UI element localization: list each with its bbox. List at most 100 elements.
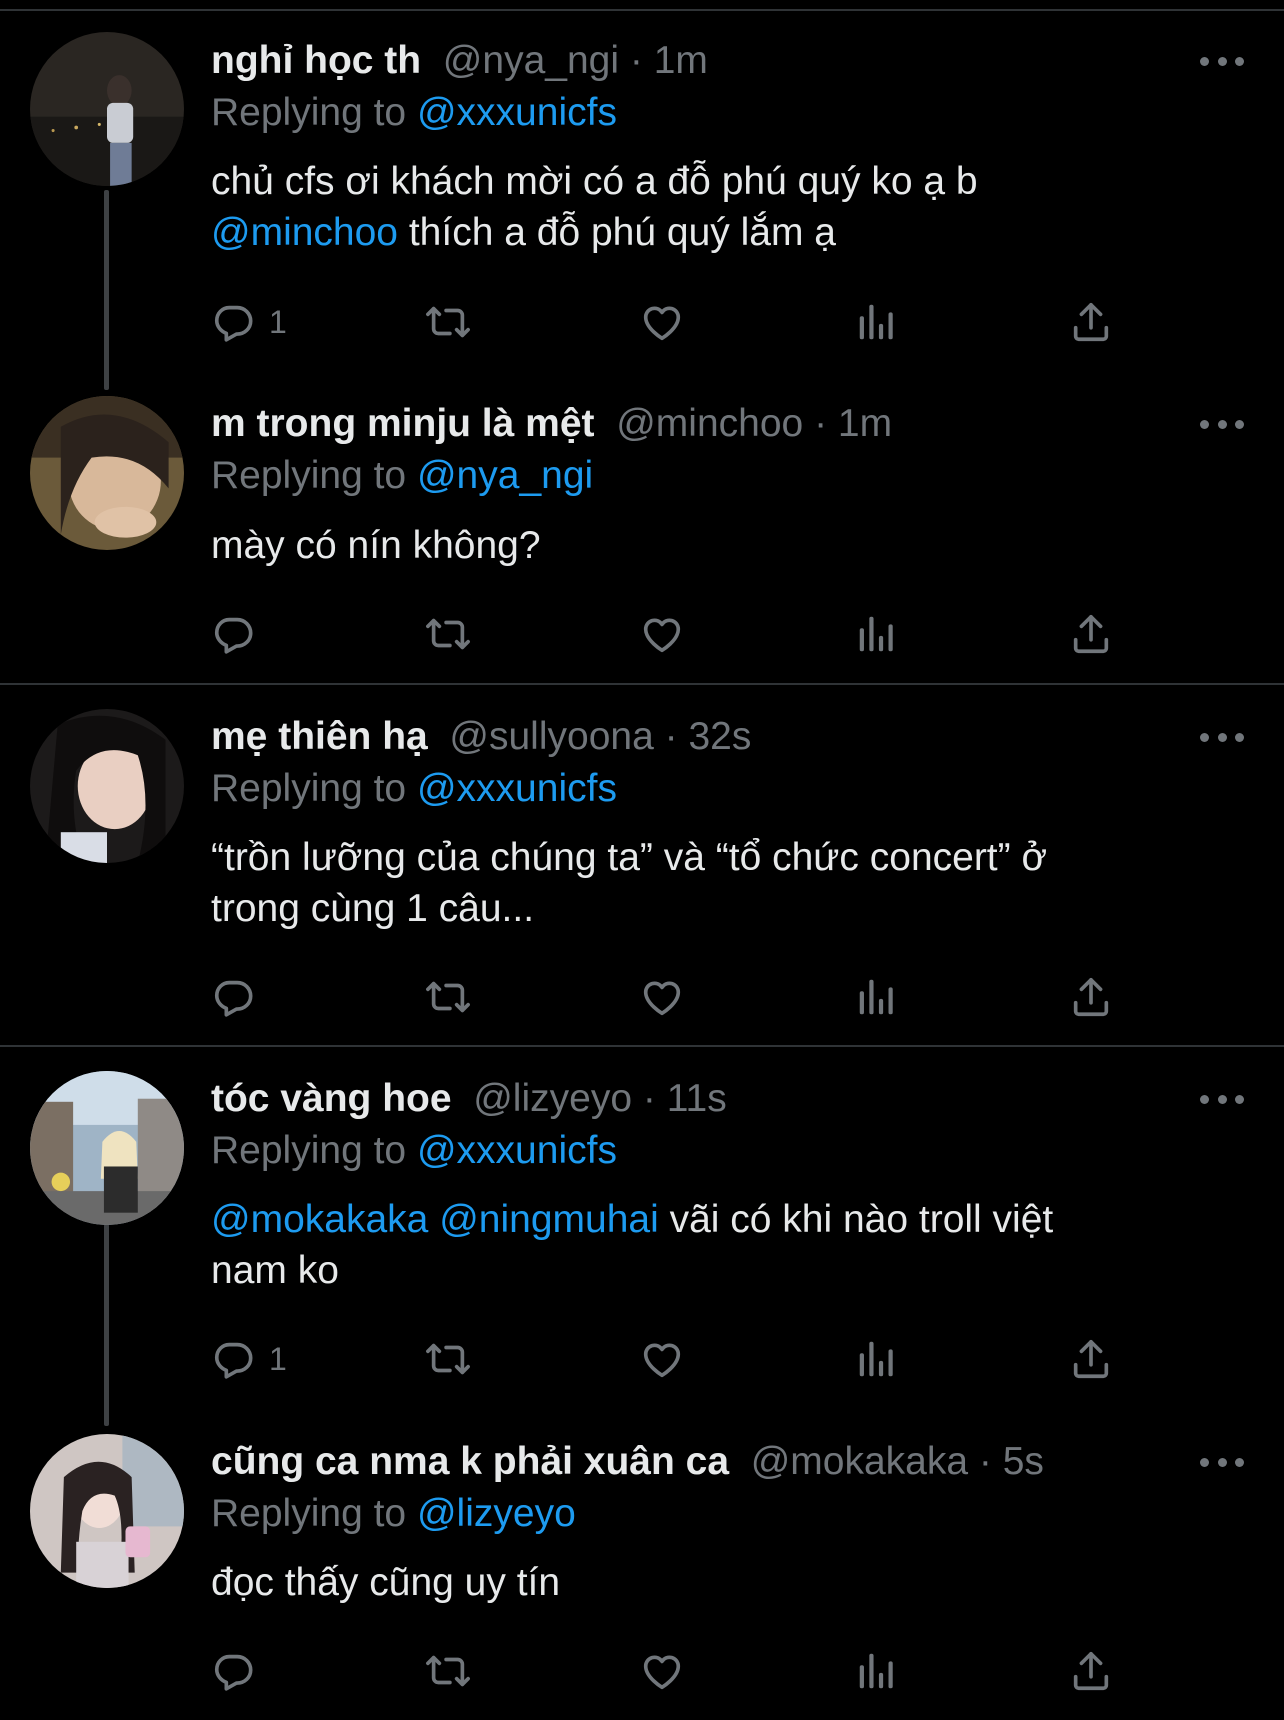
avatar[interactable] xyxy=(30,1071,184,1225)
handle[interactable]: @lizyeyo xyxy=(473,1077,632,1120)
timestamp[interactable]: 1m xyxy=(654,39,708,82)
timestamp[interactable]: 5s xyxy=(1003,1440,1044,1483)
retweet-icon xyxy=(425,974,471,1020)
tweet-divider xyxy=(0,1045,1284,1047)
share-icon xyxy=(1068,1648,1114,1694)
replying-label: Replying to xyxy=(211,91,407,134)
timestamp[interactable]: 11s xyxy=(667,1077,727,1120)
avatar[interactable] xyxy=(30,32,184,186)
tweet-text: @mokakaka @ningmuhai vãi có khi nào trol… xyxy=(211,1194,1231,1296)
tweet-text-line: nam ko xyxy=(211,1249,339,1292)
reply-button[interactable] xyxy=(211,1646,269,1696)
avatar[interactable] xyxy=(30,396,184,550)
heart-icon xyxy=(639,1648,685,1694)
share-button[interactable] xyxy=(1068,1646,1114,1696)
more-icon[interactable] xyxy=(1200,51,1244,71)
avatar[interactable] xyxy=(30,1434,184,1588)
separator-dot: · xyxy=(642,1077,656,1120)
tweet-header: m trong minju là mệt @minchoo · 1m xyxy=(211,399,892,449)
retweet-button[interactable] xyxy=(425,609,471,659)
mention-link[interactable]: @mokakaka xyxy=(211,1198,428,1241)
timestamp[interactable]: 1m xyxy=(838,402,892,445)
like-button[interactable] xyxy=(639,297,685,347)
replying-mention[interactable]: @xxxunicfs xyxy=(417,1129,617,1172)
reply-icon xyxy=(211,299,257,345)
handle[interactable]: @minchoo xyxy=(616,402,803,445)
share-button[interactable] xyxy=(1068,1334,1114,1384)
views-button[interactable] xyxy=(854,609,900,659)
retweet-icon xyxy=(425,1336,471,1382)
reply-button[interactable] xyxy=(211,609,269,659)
thread-connector xyxy=(104,190,109,390)
reply-icon xyxy=(211,1336,257,1382)
tweet-text: “trồn lưỡng của chúng ta” và “tổ chức co… xyxy=(211,832,1231,934)
handle[interactable]: @sullyoona xyxy=(449,715,653,758)
display-name[interactable]: cũng ca nma k phải xuân ca xyxy=(211,1440,729,1483)
tweet-text-line: @minchoo thích a đỗ phú quý lắm ạ xyxy=(211,207,1231,258)
views-icon xyxy=(854,974,900,1020)
tweet-text: đọc thấy cũng uy tín xyxy=(211,1561,561,1604)
like-button[interactable] xyxy=(639,972,685,1022)
tweet-header: mẹ thiên hạ @sullyoona · 32s xyxy=(211,712,751,762)
retweet-button[interactable] xyxy=(425,972,471,1022)
tweet-text-line: trong cùng 1 câu... xyxy=(211,887,535,930)
action-bar xyxy=(211,972,1141,1022)
replying-to: Replying to @xxxunicfs xyxy=(211,764,617,814)
handle[interactable]: @nya_ngi xyxy=(443,39,619,82)
heart-icon xyxy=(639,974,685,1020)
display-name[interactable]: mẹ thiên hạ xyxy=(211,715,428,758)
heart-icon xyxy=(639,1336,685,1382)
tweet-header: cũng ca nma k phải xuân ca @mokakaka · 5… xyxy=(211,1437,1044,1487)
tweet-text: chủ cfs ơi khách mời có a đỗ phú quý ko … xyxy=(211,156,1231,258)
reply-count: 1 xyxy=(269,1340,287,1377)
mention-link[interactable]: @minchoo xyxy=(211,211,398,254)
views-button[interactable] xyxy=(854,297,900,347)
share-button[interactable] xyxy=(1068,609,1114,659)
replying-label: Replying to xyxy=(211,1492,407,1535)
share-button[interactable] xyxy=(1068,972,1114,1022)
share-button[interactable] xyxy=(1068,297,1114,347)
like-button[interactable] xyxy=(639,1646,685,1696)
replying-mention[interactable]: @xxxunicfs xyxy=(417,91,617,134)
more-icon[interactable] xyxy=(1200,727,1244,747)
replying-to: Replying to @xxxunicfs xyxy=(211,88,617,138)
views-button[interactable] xyxy=(854,1334,900,1384)
replying-mention[interactable]: @xxxunicfs xyxy=(417,767,617,810)
tweet-text-line: @mokakaka @ningmuhai vãi có khi nào trol… xyxy=(211,1194,1231,1245)
retweet-button[interactable] xyxy=(425,297,471,347)
replying-to: Replying to @nya_ngi xyxy=(211,451,593,501)
top-divider xyxy=(0,9,1284,11)
views-button[interactable] xyxy=(854,972,900,1022)
replying-mention[interactable]: @nya_ngi xyxy=(417,454,593,497)
like-button[interactable] xyxy=(639,1334,685,1384)
views-button[interactable] xyxy=(854,1646,900,1696)
tweet-text-line: chủ cfs ơi khách mời có a đỗ phú quý ko … xyxy=(211,160,978,203)
more-icon[interactable] xyxy=(1200,1452,1244,1472)
replying-to: Replying to @lizyeyo xyxy=(211,1489,576,1539)
separator-dot: · xyxy=(629,39,643,82)
retweet-button[interactable] xyxy=(425,1646,471,1696)
more-icon[interactable] xyxy=(1200,414,1244,434)
avatar[interactable] xyxy=(30,709,184,863)
tweet-text-segment: vãi có khi nào troll việt xyxy=(658,1198,1054,1241)
replying-label: Replying to xyxy=(211,767,407,810)
replying-label: Replying to xyxy=(211,454,407,497)
display-name[interactable]: m trong minju là mệt xyxy=(211,402,595,445)
replying-mention[interactable]: @lizyeyo xyxy=(417,1492,576,1535)
retweet-icon xyxy=(425,299,471,345)
reply-count: 1 xyxy=(269,303,287,340)
mention-link[interactable]: @ningmuhai xyxy=(439,1198,659,1241)
display-name[interactable]: nghỉ học th xyxy=(211,39,421,82)
tweet-header: tóc vàng hoe @lizyeyo · 11s xyxy=(211,1074,727,1124)
retweet-button[interactable] xyxy=(425,1334,471,1384)
reply-button[interactable]: 1 xyxy=(211,297,287,347)
reply-button[interactable] xyxy=(211,972,269,1022)
display-name[interactable]: tóc vàng hoe xyxy=(211,1077,452,1120)
more-icon[interactable] xyxy=(1200,1089,1244,1109)
handle[interactable]: @mokakaka xyxy=(751,1440,968,1483)
like-button[interactable] xyxy=(639,609,685,659)
reply-icon xyxy=(211,611,257,657)
action-bar: 1 xyxy=(211,297,1141,347)
reply-button[interactable]: 1 xyxy=(211,1334,287,1384)
timestamp[interactable]: 32s xyxy=(688,715,751,758)
